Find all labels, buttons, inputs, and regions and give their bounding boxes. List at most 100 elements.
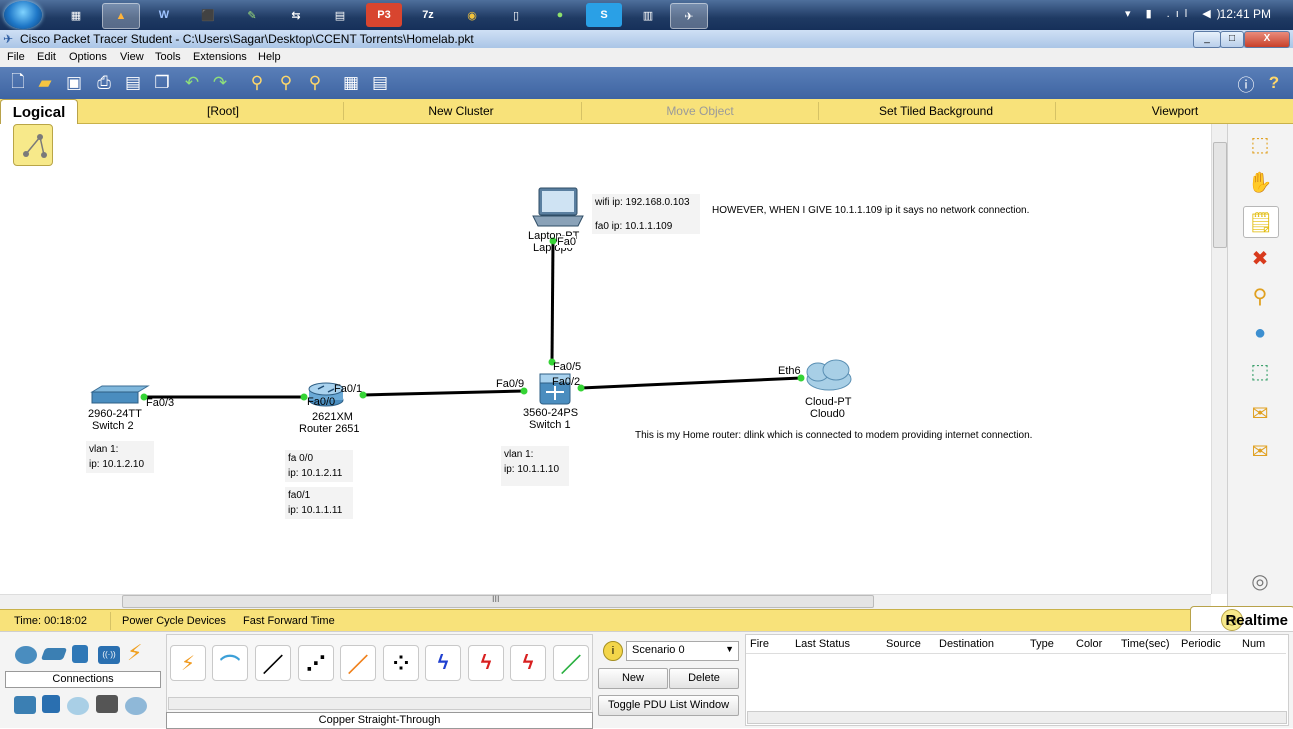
new-scenario-button[interactable]: New [598, 668, 668, 689]
viewport-button[interactable]: Viewport [1140, 104, 1210, 118]
delete-icon[interactable]: ✖ [1243, 243, 1277, 273]
automatic-cable-icon[interactable]: ⚡ [170, 645, 206, 681]
word-taskbar-icon[interactable]: W [146, 3, 182, 27]
pdu-header-fire[interactable]: Fire [750, 638, 769, 650]
switch2-ip-note[interactable]: vlan 1: ip: 10.1.2.10 [86, 441, 154, 473]
menu-help[interactable]: Help [258, 51, 281, 63]
vertical-scroll-thumb[interactable] [1213, 142, 1227, 248]
packet-tracer-taskbar-icon[interactable]: ✈ [670, 3, 708, 29]
close-button[interactable]: X [1244, 31, 1290, 48]
menu-extensions[interactable]: Extensions [193, 51, 247, 63]
redo-icon[interactable]: ↷ [208, 71, 232, 95]
select-icon[interactable]: ⬚ [1243, 129, 1277, 159]
router-fa00-note[interactable]: fa 0/0 ip: 10.1.2.11 [285, 450, 353, 482]
minimize-button[interactable]: _ [1193, 31, 1221, 48]
palette-icon[interactable]: ▦ [339, 71, 363, 95]
console-cable-icon[interactable]: ⌒ [212, 645, 248, 681]
network-taskbar-icon[interactable]: ⇆ [278, 3, 314, 27]
zoom-out-icon[interactable]: ⚲ [303, 71, 327, 95]
add-simple-pdu-icon[interactable]: ✉ [1243, 398, 1277, 428]
inspect-icon[interactable]: ⚲ [1243, 281, 1277, 311]
pdu-header-source[interactable]: Source [886, 638, 921, 650]
cloud-note[interactable]: This is my Home router: dlink which is c… [632, 427, 1036, 444]
simulation-clock-icon[interactable]: ◎ [1243, 566, 1277, 596]
serial-dce-cable-icon[interactable]: ϟ [468, 645, 504, 681]
pdu-list-scrollbar[interactable] [747, 711, 1287, 724]
end-devices-category-icon[interactable] [14, 696, 36, 714]
set-tiled-background-button[interactable]: Set Tiled Background [860, 104, 1012, 118]
clock[interactable]: 12:41 PM [1220, 7, 1271, 21]
menu-file[interactable]: File [7, 51, 25, 63]
move-layout-icon[interactable]: ✋ [1243, 167, 1277, 197]
popcorn-taskbar-icon[interactable]: ▥ [630, 3, 666, 27]
power-cycle-devices-button[interactable]: Power Cycle Devices [122, 615, 226, 627]
delete-scenario-button[interactable]: Delete [669, 668, 739, 689]
switch1-ip-note[interactable]: vlan 1: ip: 10.1.1.10 [501, 446, 569, 486]
pdf-taskbar-icon[interactable]: ⬛ [190, 3, 226, 27]
pdu-header-time[interactable]: Time(sec) [1121, 638, 1169, 650]
zoom-reset-icon[interactable]: ⚲ [274, 71, 298, 95]
copper-cross-over-icon[interactable]: ⋰ [298, 645, 334, 681]
pdu-header-num[interactable]: Num [1242, 638, 1265, 650]
system-tray[interactable]: ▾ ▮ .ıl ◀) [1125, 7, 1226, 20]
pdu-header-type[interactable]: Type [1030, 638, 1054, 650]
pdu-header-last-status[interactable]: Last Status [795, 638, 850, 650]
octal-cable-icon[interactable]: ／ [553, 645, 589, 681]
app-taskbar-icon[interactable]: ✎ [234, 3, 270, 27]
activity-wizard-icon[interactable]: ▤ [121, 71, 145, 95]
move-object-button[interactable]: Move Object [640, 104, 760, 118]
vlc-taskbar-icon[interactable]: ▲ [102, 3, 140, 29]
logical-tab[interactable]: Logical [0, 99, 78, 126]
cable-scrollbar[interactable] [168, 697, 591, 710]
explorer-taskbar-icon[interactable]: ▦ [58, 3, 94, 27]
multiuser-category-icon[interactable] [125, 697, 147, 715]
switches-category-icon[interactable] [40, 648, 68, 660]
place-note-icon[interactable]: 🗒 [1243, 206, 1279, 238]
calculator-taskbar-icon[interactable]: ▤ [322, 3, 358, 27]
draw-shape-icon[interactable]: ● [1243, 318, 1277, 348]
add-complex-pdu-icon[interactable]: ✉ [1243, 436, 1277, 466]
new-file-icon[interactable]: 🗋 [6, 71, 30, 95]
wireless-category-icon[interactable]: ((·)) [98, 646, 120, 664]
copper-straight-through-icon[interactable]: ／ [255, 645, 291, 681]
root-button[interactable]: [Root] [180, 104, 266, 118]
menu-view[interactable]: View [120, 51, 144, 63]
resize-shape-icon[interactable]: ⬚ [1243, 356, 1277, 386]
pdu-header-destination[interactable]: Destination [939, 638, 994, 650]
powerpoint-taskbar-icon[interactable]: P3 [366, 3, 402, 27]
scenario-info-icon[interactable]: i [603, 641, 623, 661]
laptop-ip-note[interactable]: wifi ip: 192.168.0.103 fa0 ip: 10.1.1.10… [592, 194, 700, 234]
7zip-taskbar-icon[interactable]: 7z [410, 3, 446, 27]
coaxial-cable-icon[interactable]: ϟ [425, 645, 461, 681]
toggle-pdu-list-button[interactable]: Toggle PDU List Window [598, 695, 739, 716]
custom-devices-category-icon[interactable] [96, 695, 118, 713]
serial-dte-cable-icon[interactable]: ϟ [510, 645, 546, 681]
save-icon[interactable]: ▣ [62, 71, 86, 95]
custom-device-icon[interactable]: ▤ [368, 71, 392, 95]
routers-category-icon[interactable] [15, 646, 37, 664]
scenario-select[interactable]: Scenario 0 ▼ [626, 641, 739, 661]
phone-cable-icon[interactable]: ⁘ [383, 645, 419, 681]
menu-options[interactable]: Options [69, 51, 107, 63]
whatsapp-taskbar-icon[interactable]: ● [542, 3, 578, 27]
phone-taskbar-icon[interactable]: ▯ [498, 3, 534, 27]
security-category-icon[interactable] [42, 695, 60, 713]
fiber-cable-icon[interactable]: ／ [340, 645, 376, 681]
chrome-taskbar-icon[interactable]: ◉ [454, 3, 490, 27]
router-fa01-note[interactable]: fa0/1 ip: 10.1.1.11 [285, 487, 353, 519]
new-cluster-button[interactable]: New Cluster [404, 104, 518, 118]
zoom-in-icon[interactable]: ⚲ [245, 71, 269, 95]
fast-forward-time-button[interactable]: Fast Forward Time [243, 615, 335, 627]
hubs-category-icon[interactable] [72, 645, 88, 663]
help-icon[interactable]: ? [1262, 71, 1286, 95]
undo-icon[interactable]: ↶ [180, 71, 204, 95]
realtime-tab[interactable]: ◷ Realtime [1190, 606, 1293, 632]
connections-category-icon[interactable]: ⚡ [127, 640, 142, 666]
copy-icon[interactable]: ❐ [150, 71, 174, 95]
menu-tools[interactable]: Tools [155, 51, 181, 63]
info-icon[interactable]: ⓘ [1234, 71, 1258, 95]
logical-view-icon[interactable] [13, 124, 53, 166]
pdu-header-color[interactable]: Color [1076, 638, 1102, 650]
open-folder-icon[interactable]: ▰ [33, 71, 57, 95]
wan-emulation-category-icon[interactable] [67, 697, 89, 715]
